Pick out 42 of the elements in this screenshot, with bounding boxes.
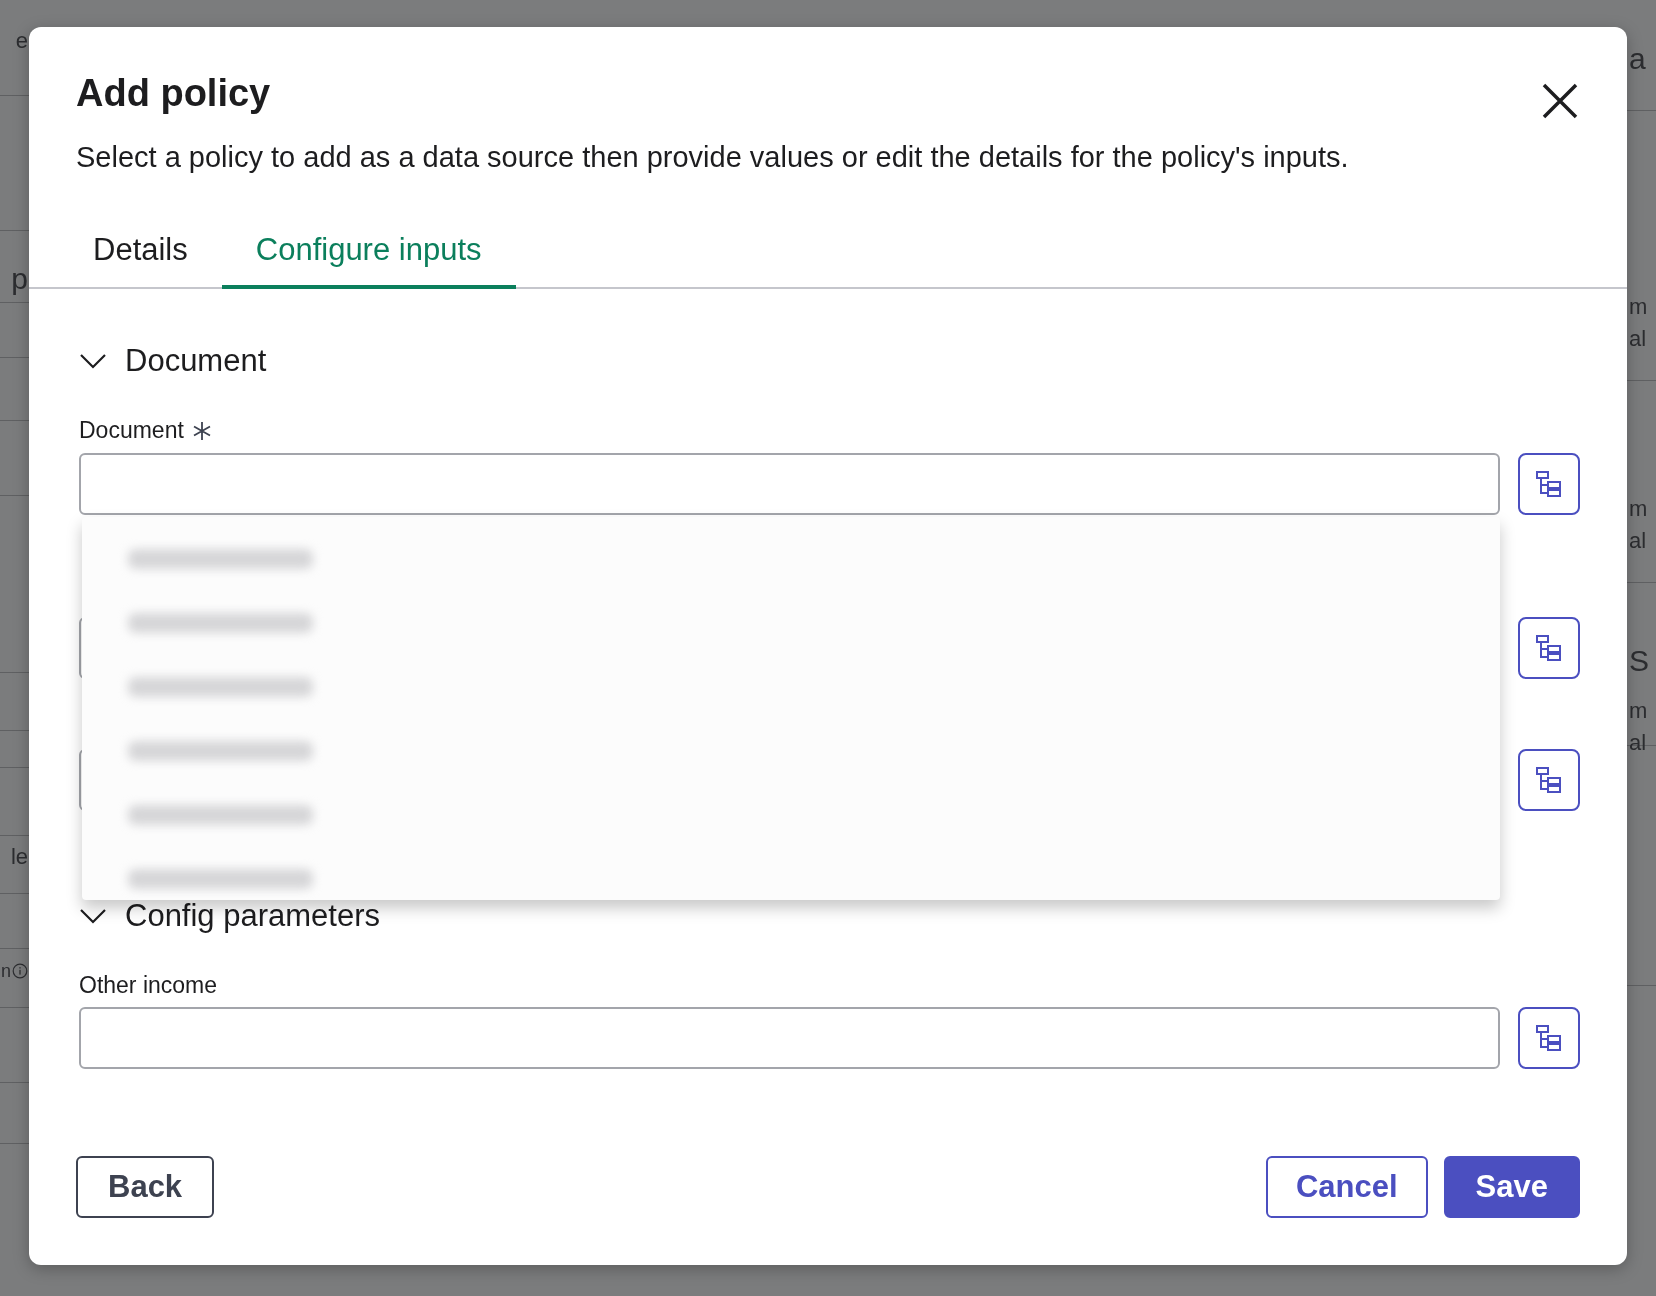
back-button[interactable]: Back (76, 1156, 215, 1218)
hierarchy-icon (1535, 469, 1563, 498)
blurred-option[interactable] (128, 740, 313, 761)
hierarchy-button[interactable] (1518, 1007, 1580, 1070)
blurred-option[interactable] (128, 612, 313, 633)
text-fragment: al (1629, 328, 1647, 350)
input-field[interactable] (79, 452, 1500, 515)
text-fragment: al (1629, 530, 1647, 552)
tab[interactable]: Configure inputs (221, 218, 516, 290)
save-button[interactable]: Save (1443, 1156, 1580, 1218)
text-fragment: m (1629, 700, 1648, 722)
section-header[interactable]: Config parameters (79, 892, 380, 940)
hierarchy-button[interactable] (1518, 452, 1580, 515)
text-fragment: al (1629, 732, 1647, 754)
hierarchy-button[interactable] (1518, 748, 1580, 811)
heading-fragment: S (1629, 646, 1649, 676)
tab[interactable]: Details (59, 218, 222, 290)
text-fragment: m (1629, 296, 1648, 318)
blurred-option[interactable] (128, 676, 313, 697)
section-header[interactable]: Document (79, 338, 267, 385)
blurred-option[interactable] (128, 548, 313, 569)
close-button[interactable] (1540, 81, 1580, 121)
blurred-option[interactable] (128, 868, 313, 889)
input-field[interactable] (79, 1007, 1500, 1070)
field-label: Other income (79, 970, 218, 1000)
blurred-option[interactable] (128, 804, 313, 825)
text-fragment: le (10, 846, 28, 868)
cancel-button[interactable]: Cancel (1265, 1156, 1428, 1218)
hierarchy-icon (1535, 633, 1563, 662)
hierarchy-icon (1535, 765, 1563, 794)
heading-fragment: p (11, 264, 28, 294)
text-fragment: n (1, 962, 11, 980)
chevron-icon (79, 907, 107, 924)
hierarchy-button[interactable] (1518, 616, 1580, 679)
text-fragment: m (1629, 498, 1648, 520)
heading-fragment: a (1629, 44, 1646, 74)
dialog-title: Add policy (76, 71, 271, 116)
chevron-icon (79, 353, 107, 370)
text-fragment: e (15, 30, 28, 52)
hierarchy-icon (1535, 1024, 1563, 1053)
dialog-description: Select a policy to add as a data source then provide values or edit the details for the policy's inputs. (76, 140, 1350, 175)
field-label: Document (79, 416, 184, 446)
